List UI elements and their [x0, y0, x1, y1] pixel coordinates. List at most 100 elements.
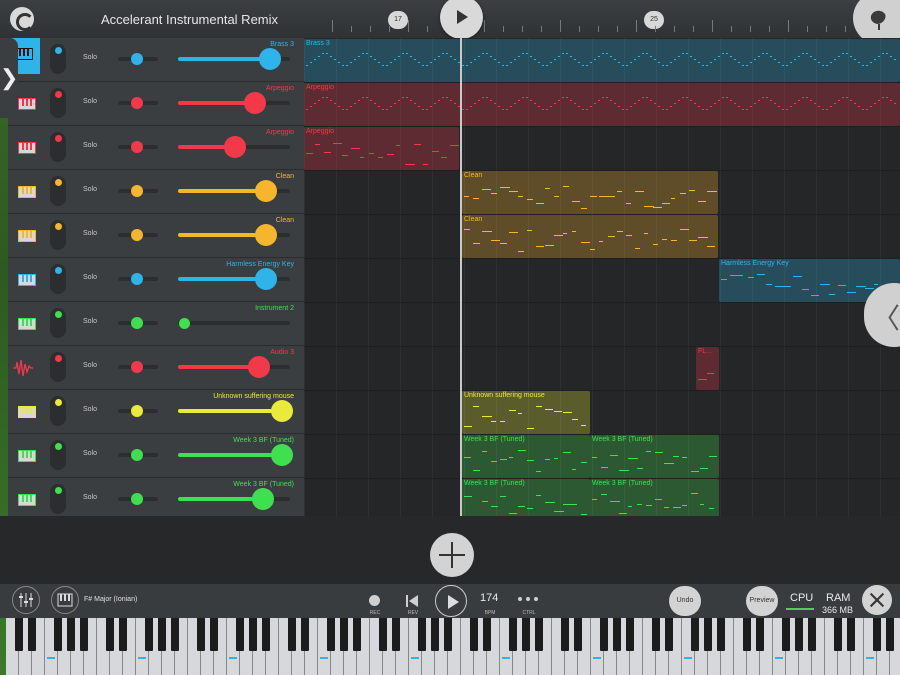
- black-key[interactable]: [431, 618, 439, 651]
- channel-name[interactable]: Instrument 2: [255, 305, 294, 312]
- channel-name[interactable]: Harmless Energy Key: [226, 261, 294, 268]
- menu-logo-icon[interactable]: [10, 7, 34, 31]
- black-key[interactable]: [626, 618, 634, 651]
- channel-name[interactable]: Arpeggio: [266, 129, 294, 136]
- black-key[interactable]: [535, 618, 543, 651]
- mute-toggle[interactable]: [50, 352, 66, 382]
- mute-toggle[interactable]: [50, 44, 66, 74]
- mute-toggle[interactable]: [50, 484, 66, 514]
- pan-knob[interactable]: [131, 361, 143, 373]
- mute-toggle[interactable]: [50, 88, 66, 118]
- volume-knob[interactable]: [255, 268, 278, 290]
- channel-name[interactable]: Audio 3: [270, 349, 294, 356]
- black-key[interactable]: [886, 618, 894, 651]
- pan-knob[interactable]: [131, 493, 143, 505]
- pan-knob[interactable]: [131, 97, 143, 109]
- piano-keys-icon[interactable]: [12, 182, 36, 202]
- piano-keys-icon[interactable]: [12, 446, 36, 466]
- pan-knob[interactable]: [131, 229, 143, 241]
- solo-button[interactable]: Solo: [83, 54, 97, 61]
- add-channel-button[interactable]: [430, 533, 474, 577]
- channel-row[interactable]: Solo Arpeggio: [8, 82, 304, 126]
- more-options-icon[interactable]: [518, 597, 540, 603]
- black-key[interactable]: [509, 618, 517, 651]
- preview-button[interactable]: Preview: [746, 586, 778, 616]
- black-key[interactable]: [28, 618, 36, 651]
- volume-knob[interactable]: [255, 180, 278, 202]
- pattern-clip[interactable]: Week 3 BF (Tuned): [590, 435, 719, 478]
- solo-button[interactable]: Solo: [83, 274, 97, 281]
- black-key[interactable]: [301, 618, 309, 651]
- record-button[interactable]: [369, 595, 380, 606]
- pan-knob[interactable]: [131, 405, 143, 417]
- pattern-clip[interactable]: Arpeggio: [304, 127, 459, 170]
- channel-name[interactable]: Week 3 BF (Tuned): [233, 481, 294, 488]
- pan-knob[interactable]: [131, 273, 143, 285]
- black-key[interactable]: [652, 618, 660, 651]
- volume-slider-track[interactable]: [178, 321, 290, 325]
- black-key[interactable]: [808, 618, 816, 651]
- pan-knob[interactable]: [131, 53, 143, 65]
- pattern-clip[interactable]: Clean: [462, 171, 718, 214]
- black-key[interactable]: [613, 618, 621, 651]
- volume-knob[interactable]: [248, 356, 271, 378]
- piano-keys-icon[interactable]: [12, 226, 36, 246]
- pattern-clip[interactable]: Arpeggio: [304, 83, 900, 126]
- channel-name[interactable]: Unknown suffering mouse: [213, 393, 294, 400]
- piano-roll-keys-icon[interactable]: [51, 586, 79, 614]
- close-icon[interactable]: [862, 585, 892, 615]
- volume-knob[interactable]: [224, 136, 247, 158]
- mute-toggle[interactable]: [50, 264, 66, 294]
- solo-button[interactable]: Solo: [83, 450, 97, 457]
- black-key[interactable]: [717, 618, 725, 651]
- solo-button[interactable]: Solo: [83, 406, 97, 413]
- black-key[interactable]: [327, 618, 335, 651]
- piano-keys-icon[interactable]: [12, 270, 36, 290]
- volume-knob[interactable]: [271, 444, 293, 466]
- black-key[interactable]: [197, 618, 205, 651]
- channel-row[interactable]: Solo Clean: [8, 214, 304, 258]
- black-key[interactable]: [236, 618, 244, 651]
- channel-name[interactable]: Arpeggio: [266, 85, 294, 92]
- black-key[interactable]: [873, 618, 881, 651]
- black-key[interactable]: [444, 618, 452, 651]
- black-key[interactable]: [483, 618, 491, 651]
- expand-left-panel-chevron-icon[interactable]: ❯: [0, 38, 18, 118]
- channel-name[interactable]: Clean: [276, 217, 294, 224]
- black-key[interactable]: [288, 618, 296, 651]
- solo-button[interactable]: Solo: [83, 230, 97, 237]
- solo-button[interactable]: Solo: [83, 362, 97, 369]
- channel-row[interactable]: Solo Unknown suffering mouse: [8, 390, 304, 434]
- waveform-icon[interactable]: [12, 358, 34, 378]
- undo-button[interactable]: Undo: [669, 586, 701, 616]
- piano-keys-icon[interactable]: [12, 490, 36, 510]
- volume-knob[interactable]: [243, 92, 266, 114]
- pattern-clip[interactable]: FL...: [696, 347, 719, 390]
- solo-button[interactable]: Solo: [83, 98, 97, 105]
- channel-row[interactable]: Solo Clean: [8, 170, 304, 214]
- black-key[interactable]: [665, 618, 673, 651]
- black-key[interactable]: [470, 618, 478, 651]
- black-key[interactable]: [67, 618, 75, 651]
- pattern-clip[interactable]: Unknown suffering mouse: [462, 391, 590, 434]
- black-key[interactable]: [561, 618, 569, 651]
- volume-knob[interactable]: [255, 224, 278, 246]
- volume-knob[interactable]: [271, 400, 293, 422]
- black-key[interactable]: [340, 618, 348, 651]
- mute-toggle[interactable]: [50, 176, 66, 206]
- play-button[interactable]: [435, 585, 467, 617]
- pan-knob[interactable]: [131, 185, 143, 197]
- black-key[interactable]: [80, 618, 88, 651]
- channel-row[interactable]: Solo Arpeggio: [8, 126, 304, 170]
- bar-marker-17[interactable]: 17: [388, 11, 408, 29]
- mute-toggle[interactable]: [50, 132, 66, 162]
- mute-toggle[interactable]: [50, 396, 66, 426]
- black-key[interactable]: [210, 618, 218, 651]
- black-key[interactable]: [834, 618, 842, 651]
- channel-row[interactable]: Solo Week 3 BF (Tuned): [8, 434, 304, 478]
- black-key[interactable]: [847, 618, 855, 651]
- channel-row[interactable]: Solo Harmless Energy Key: [8, 258, 304, 302]
- piano-keys-icon[interactable]: [12, 402, 36, 422]
- volume-knob[interactable]: [258, 48, 281, 70]
- black-key[interactable]: [782, 618, 790, 651]
